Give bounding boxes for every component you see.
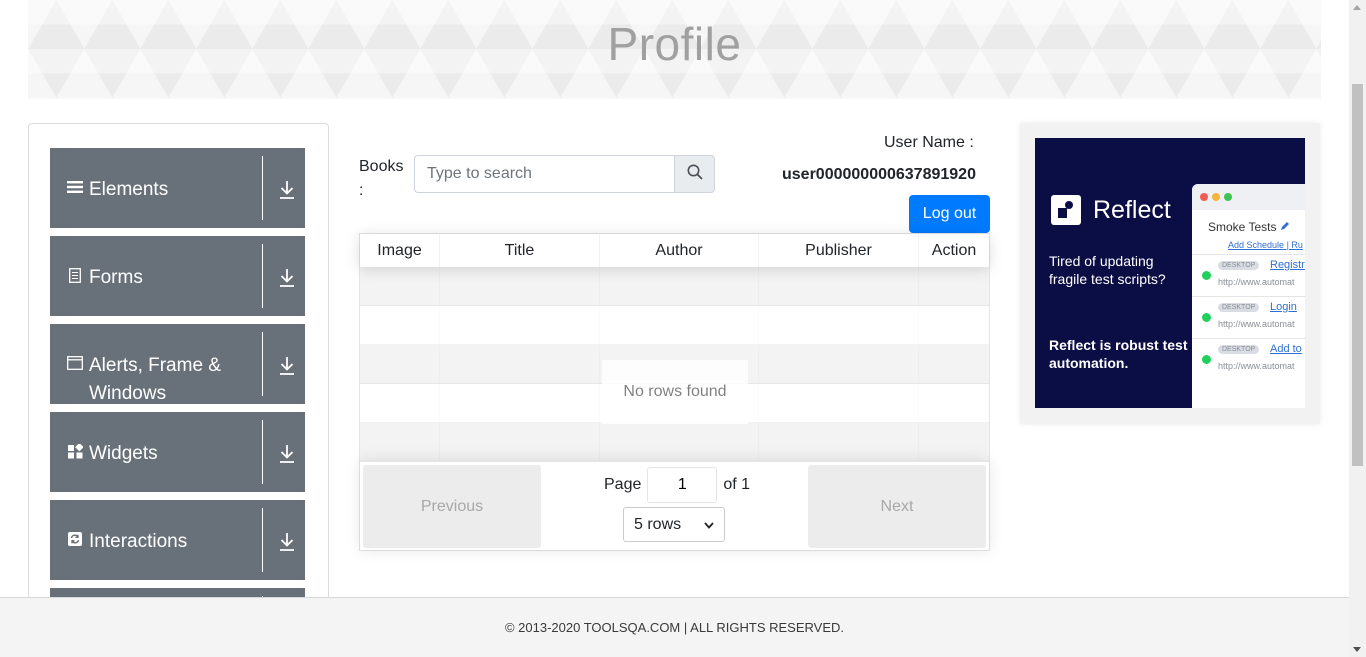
download-icon: [278, 356, 296, 376]
page-controls: Page of 1 5 rows: [604, 467, 754, 542]
status-dot-icon: [1202, 313, 1211, 322]
column-header-publisher[interactable]: Publisher: [759, 234, 919, 267]
divider: [262, 156, 263, 220]
sidebar-item-label: Widgets: [89, 443, 158, 464]
platform-tag: DESKTOP: [1218, 345, 1260, 354]
sidebar-item-alerts-frame-windows[interactable]: Alerts, Frame & Windows: [50, 324, 305, 404]
reflect-logo-icon: [1051, 195, 1081, 225]
sidebar-item-label: Forms: [89, 267, 143, 288]
test-link: Login: [1270, 301, 1297, 313]
widgets-icon: [67, 443, 83, 459]
vertical-scrollbar[interactable]: [1349, 0, 1366, 657]
column-header-image[interactable]: Image: [360, 234, 440, 267]
test-link: Add to: [1270, 343, 1302, 355]
ad-container: Reflect Tired of updating fragile test s…: [1020, 123, 1320, 424]
page-label: Page: [604, 476, 642, 493]
reflect-logo: Reflect: [1051, 195, 1171, 225]
pencil-icon: [1280, 220, 1290, 234]
ad-window-titlebar: [1192, 184, 1305, 210]
previous-button[interactable]: Previous: [363, 465, 541, 548]
test-link: Registr: [1270, 259, 1305, 271]
download-icon: [278, 532, 296, 552]
copyright-text: © 2013-2020 TOOLSQA.COM | ALL RIGHTS RES…: [504, 620, 845, 635]
table-row: [360, 423, 989, 462]
test-url: http://www.automat: [1218, 361, 1295, 371]
close-dot-icon: [1200, 193, 1208, 201]
ad-window-title-text: Smoke Tests: [1208, 220, 1277, 234]
download-icon: [278, 444, 296, 464]
scrollbar-thumb[interactable]: [1352, 84, 1363, 466]
books-label: Books :: [359, 158, 404, 199]
rows-per-page-select[interactable]: 5 rows: [623, 507, 725, 542]
table-row: [360, 306, 989, 345]
page-title: Profile: [607, 17, 742, 70]
ad-window-title: Smoke Tests: [1192, 210, 1305, 234]
search-button[interactable]: [674, 155, 715, 193]
scroll-down-arrow-icon[interactable]: [1353, 647, 1361, 652]
chevron-down-icon: [704, 516, 714, 534]
table-row: [360, 267, 989, 306]
username-label: User Name :: [884, 134, 974, 151]
download-icon: [278, 180, 296, 200]
page-number-input[interactable]: [647, 467, 718, 503]
ad-test-item: DESKTOP Login http://www.automat: [1192, 296, 1305, 338]
sidebar-item-label: Alerts, Frame & Windows: [89, 355, 221, 404]
maximize-dot-icon: [1224, 193, 1232, 201]
books-table: Image Title Author Publisher Action No r…: [359, 233, 990, 551]
ad-test-item: DESKTOP Registr http://www.automat: [1192, 254, 1305, 296]
search-group: [414, 155, 715, 193]
status-dot-icon: [1202, 271, 1211, 280]
divider: [262, 244, 263, 308]
sidebar-item-interactions[interactable]: Interactions: [50, 500, 305, 580]
ad-browser-window: Smoke Tests Add Schedule | Ru DESKTOP Re…: [1192, 184, 1305, 408]
ad-tagline: Tired of updating fragile test scripts?: [1049, 253, 1166, 287]
username-value: user000000000637891920: [782, 166, 976, 183]
divider: [262, 508, 263, 572]
sidebar-item-forms[interactable]: Forms: [50, 236, 305, 316]
page-total: of 1: [723, 476, 751, 493]
rows-per-page-value: 5 rows: [634, 515, 682, 533]
window-icon: [67, 355, 83, 371]
divider: [262, 420, 263, 484]
logout-button[interactable]: Log out: [909, 195, 990, 233]
table-body: No rows found: [360, 267, 989, 462]
platform-tag: DESKTOP: [1218, 303, 1260, 312]
ad-schedule-suffix: | Ru: [1286, 240, 1303, 250]
sidebar-item-widgets[interactable]: Widgets: [50, 412, 305, 492]
page-header-banner: Profile: [28, 0, 1321, 99]
ad-schedule: Add Schedule | Ru: [1192, 234, 1305, 254]
scroll-up-arrow-icon[interactable]: [1353, 5, 1361, 10]
sidebar-item-elements[interactable]: Elements: [50, 148, 305, 228]
status-dot-icon: [1202, 355, 1211, 364]
download-icon: [278, 268, 296, 288]
ad-brand: Reflect: [1093, 195, 1171, 224]
no-rows-message: No rows found: [602, 360, 748, 424]
sidebar-item-label: Interactions: [89, 531, 188, 552]
list-icon: [67, 179, 83, 195]
platform-tag: DESKTOP: [1218, 261, 1260, 270]
page-footer: © 2013-2020 TOOLSQA.COM | ALL RIGHTS RES…: [0, 597, 1349, 657]
search-input[interactable]: [414, 155, 674, 193]
divider: [262, 332, 263, 396]
column-header-author[interactable]: Author: [600, 234, 759, 267]
left-sidebar: Elements Forms Alerts, Frame & Windows W…: [28, 123, 329, 623]
ad-test-item: DESKTOP Add to http://www.automat: [1192, 338, 1305, 380]
search-icon: [687, 164, 703, 185]
interactions-icon: [67, 531, 83, 547]
table-header: Image Title Author Publisher Action: [360, 234, 989, 267]
next-button[interactable]: Next: [808, 465, 986, 548]
form-icon: [67, 267, 83, 283]
test-url: http://www.automat: [1218, 277, 1295, 287]
minimize-dot-icon: [1212, 193, 1220, 201]
reflect-ad-banner[interactable]: Reflect Tired of updating fragile test s…: [1035, 138, 1305, 408]
ad-headline: Reflect is robust test automation.: [1049, 337, 1188, 371]
ad-schedule-link: Add Schedule: [1228, 240, 1285, 250]
column-header-title[interactable]: Title: [440, 234, 600, 267]
pagination-bar: Previous Page of 1 5 rows Next: [360, 460, 989, 550]
test-url: http://www.automat: [1218, 319, 1295, 329]
sidebar-item-label: Elements: [89, 179, 169, 200]
column-header-action[interactable]: Action: [919, 234, 989, 267]
